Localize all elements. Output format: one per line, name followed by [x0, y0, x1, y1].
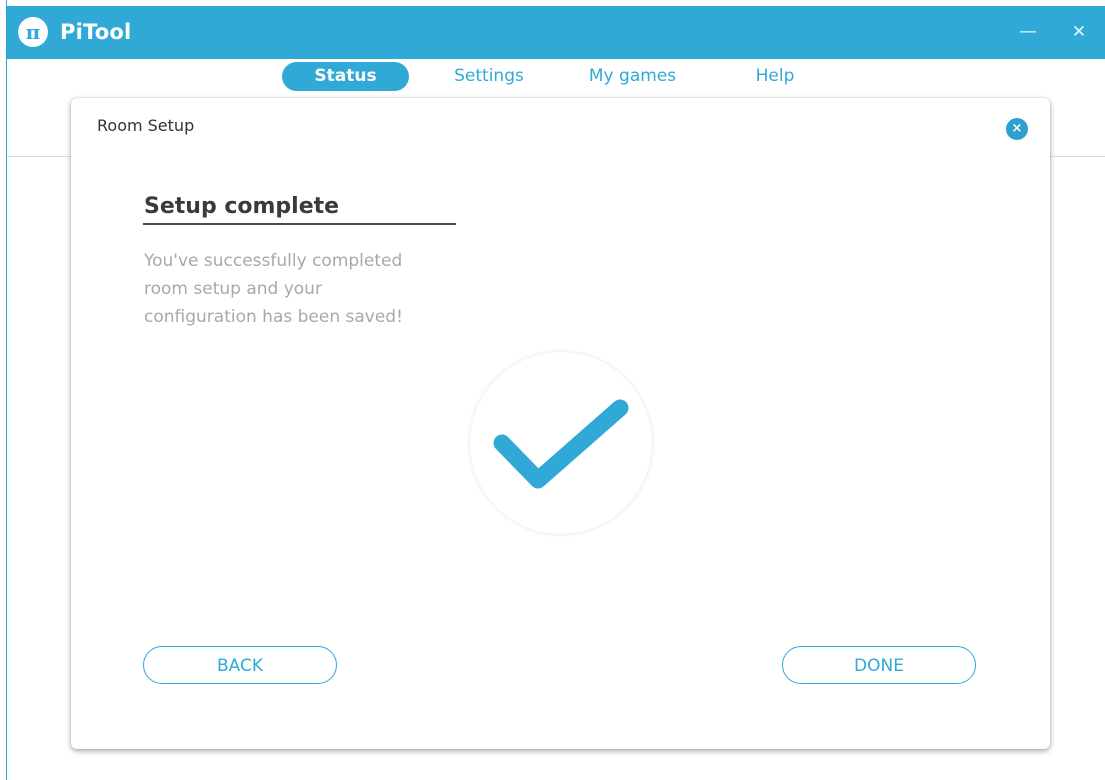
window-left-border: [6, 0, 7, 780]
main-navigation: Status Settings My games Help: [0, 59, 1105, 157]
tab-help[interactable]: Help: [745, 62, 805, 91]
tab-status[interactable]: Status: [282, 62, 409, 91]
minimize-button[interactable]: —: [1014, 18, 1042, 46]
setup-complete-message: You've successfully completed room setup…: [144, 251, 403, 327]
dialog-title: Room Setup: [97, 116, 195, 135]
app-title: PiTool: [60, 20, 132, 44]
done-button[interactable]: DONE: [782, 646, 976, 684]
back-button[interactable]: BACK: [143, 646, 337, 684]
heading-underline: [143, 223, 456, 225]
close-window-button[interactable]: ✕: [1065, 18, 1093, 46]
tab-my-games[interactable]: My games: [580, 62, 685, 91]
setup-complete-heading: Setup complete: [144, 194, 340, 219]
pi-logo-icon: π: [18, 17, 48, 47]
close-icon[interactable]: ×: [1006, 118, 1028, 140]
room-setup-dialog: Room Setup × Setup complete You've succe…: [71, 98, 1050, 749]
title-bar: π PiTool — ✕: [7, 6, 1105, 59]
tab-settings[interactable]: Settings: [448, 62, 530, 91]
checkmark-icon: [493, 399, 629, 489]
success-check-badge: [470, 352, 652, 534]
